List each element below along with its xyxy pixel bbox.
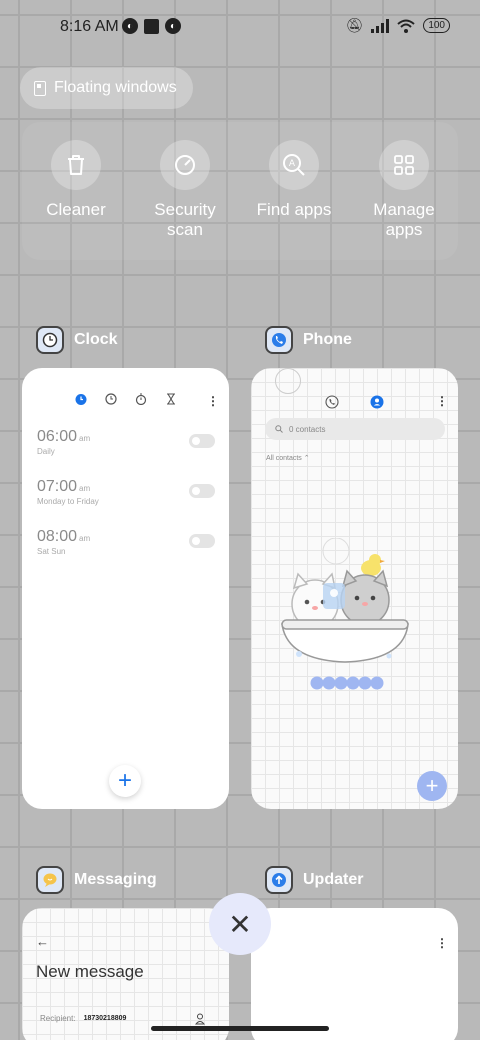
alarm-toggle[interactable] [189, 534, 215, 548]
alarm-toggle[interactable] [189, 484, 215, 498]
gesture-nav-handle[interactable] [151, 1026, 329, 1031]
cleaner-label: Cleaner [46, 200, 106, 219]
messaging-app-header[interactable]: Messaging [36, 866, 157, 894]
phone-app-header[interactable]: Phone [265, 326, 352, 354]
add-contact-button[interactable]: + [417, 771, 447, 801]
notification-square-icon [144, 18, 159, 34]
messaging-app-name: Messaging [74, 871, 157, 888]
search-icon [275, 425, 283, 433]
clear-all-button[interactable]: ✕ [209, 893, 271, 955]
manage-apps-button[interactable]: Manage apps [349, 140, 459, 240]
clock-tabs [74, 392, 178, 406]
alarm-ampm: am [79, 534, 91, 543]
trash-icon [68, 155, 84, 175]
notification-app-icon-2: ◐ [165, 18, 181, 34]
wifi-icon [397, 19, 415, 33]
floating-windows-label: Floating windows [54, 79, 177, 96]
svg-text:A: A [289, 159, 296, 169]
updater-app-header[interactable]: Updater [265, 866, 363, 894]
security-scan-button[interactable]: Security scan [130, 140, 240, 240]
alarm-repeat: Daily [37, 447, 55, 456]
clock-app-card[interactable]: ⋮ 06:00 am Daily 07:00 am Monday to Friday… [22, 368, 229, 809]
more-options-icon[interactable]: ⋮ [207, 394, 219, 408]
alarm-time: 06:00 [37, 428, 78, 445]
cleaner-button[interactable]: Cleaner [21, 140, 131, 220]
clock-app-name: Clock [74, 331, 118, 348]
filter-chevron-icon: ⌃ [303, 455, 310, 462]
floating-windows-button[interactable]: Floating windows [20, 67, 193, 109]
alarm-row[interactable]: 06:00 am Daily [37, 428, 215, 456]
alarm-row[interactable]: 07:00 am Monday to Friday [37, 478, 215, 506]
updater-app-card[interactable]: ⋮ [251, 908, 458, 1040]
more-options-icon[interactable]: ⋮ [436, 394, 448, 408]
contacts-search-input[interactable]: 0 contacts [265, 418, 445, 440]
status-system-icons: 🔕︎ 100 [346, 17, 450, 34]
signal-icon [371, 18, 390, 33]
alarm-toggle[interactable] [189, 434, 215, 448]
contacts-filter-label: All contacts [266, 455, 302, 462]
status-notification-icons: ◐ ◐ [122, 18, 181, 34]
alarm-tab-icon[interactable] [74, 392, 88, 406]
empty-contacts-illustration [281, 538, 409, 690]
phone-app-name: Phone [303, 331, 352, 348]
updater-app-name: Updater [303, 871, 364, 888]
status-time: 8:16 AM [60, 18, 119, 35]
recipient-row[interactable]: Recipient: 18730218809 [40, 1014, 126, 1023]
back-arrow-icon[interactable]: ← [36, 934, 49, 949]
recipient-value: 18730218809 [83, 1015, 127, 1022]
contacts-tab-icon[interactable] [370, 395, 384, 414]
phone-app-icon [265, 326, 293, 354]
alarm-time: 08:00 [37, 528, 78, 545]
decor-bubble [275, 368, 301, 394]
manage-apps-label: Manage apps [373, 200, 435, 239]
find-apps-label: Find apps [256, 200, 332, 219]
contacts-filter-dropdown[interactable]: All contacts ⌃ [266, 454, 310, 462]
security-scan-icon [175, 155, 195, 175]
call-log-tab-icon[interactable] [325, 395, 339, 414]
security-scan-label: Security scan [154, 200, 216, 239]
add-alarm-button[interactable]: + [109, 765, 141, 797]
alarm-time: 07:00 [37, 478, 78, 495]
alarm-repeat: Monday to Friday [37, 497, 99, 506]
timer-tab-icon[interactable] [164, 392, 178, 406]
find-apps-button[interactable]: A Find apps [239, 140, 349, 220]
phone-app-card[interactable]: ⋮ 0 contacts All contacts ⌃ + [251, 368, 458, 809]
contacts-search-placeholder: 0 contacts [289, 424, 326, 434]
notification-app-icon: ◐ [122, 18, 138, 34]
clock-app-header[interactable]: Clock [36, 326, 118, 354]
alarm-ampm: am [79, 434, 91, 443]
messaging-app-card[interactable]: ← New message Recipient: 18730218809 [22, 908, 229, 1040]
clock-app-icon [36, 326, 64, 354]
alarm-row[interactable]: 08:00 am Sat Sun [37, 528, 215, 556]
floating-window-icon [34, 80, 46, 96]
messaging-app-icon [36, 866, 64, 894]
new-message-title: New message [36, 962, 144, 981]
battery-indicator: 100 [423, 18, 450, 33]
recipient-label: Recipient: [40, 1014, 76, 1023]
updater-app-icon [265, 866, 293, 894]
mute-icon: 🔕︎ [345, 17, 364, 33]
alarm-repeat: Sat Sun [37, 547, 66, 556]
more-options-icon[interactable]: ⋮ [436, 936, 448, 950]
alarm-ampm: am [79, 484, 91, 493]
grid-icon [394, 155, 414, 175]
world-clock-tab-icon[interactable] [104, 392, 118, 406]
stopwatch-tab-icon[interactable] [134, 392, 148, 406]
search-apps-icon: A [283, 154, 305, 176]
status-bar: 8:16 AM ◐ ◐ 🔕︎ 100 [0, 0, 480, 56]
